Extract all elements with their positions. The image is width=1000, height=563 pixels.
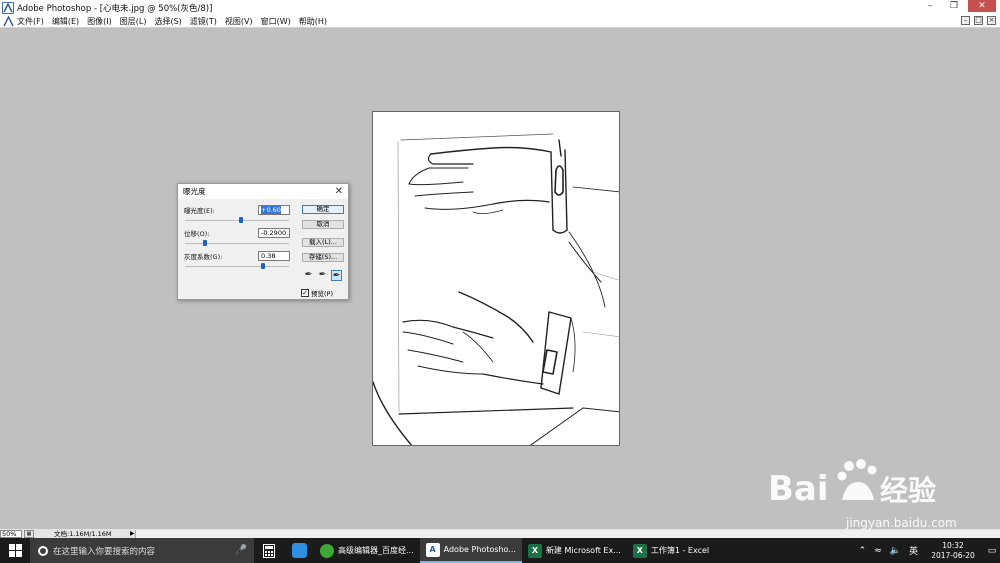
cortana-icon (38, 545, 48, 556)
exposure-slider-thumb[interactable] (239, 217, 243, 223)
photoshop-icon: A (425, 542, 440, 557)
baidu-url: jingyan.baidu.com (846, 516, 957, 530)
doc-minimize-button[interactable]: – (961, 16, 970, 25)
gamma-slider-thumb[interactable] (261, 263, 265, 269)
document-canvas[interactable] (372, 111, 620, 446)
dialog-close-icon[interactable]: ✕ (335, 186, 343, 197)
restore-button[interactable]: ❐ (944, 0, 964, 12)
dialog-titlebar[interactable]: 曝光度 ✕ (178, 184, 348, 199)
gamma-label: 灰度系数(G): (184, 253, 223, 261)
status-menu-icon[interactable]: ▦ (24, 529, 34, 538)
exposure-row: 曝光度(E): +0.60 (184, 205, 292, 215)
excel-icon: X (527, 543, 542, 558)
menu-select[interactable]: 选择(S) (154, 16, 181, 27)
menu-filter[interactable]: 滤镜(T) (190, 16, 217, 27)
minimize-button[interactable]: – (920, 0, 940, 12)
offset-slider-thumb[interactable] (203, 240, 207, 246)
close-button[interactable]: ✕ (968, 0, 996, 12)
start-button[interactable] (0, 538, 30, 563)
clock[interactable]: 10:32 2017-06-20 (922, 541, 984, 561)
system-tray: ⌃ ≈ 🔈 英 10:32 2017-06-20 ▭ (855, 538, 1000, 563)
gamma-row: 灰度系数(G): 0.38 (184, 251, 292, 261)
svg-text:经验: 经验 (880, 474, 936, 507)
exposure-input[interactable]: +0.60 (258, 205, 290, 215)
svg-text:Bai: Bai (768, 469, 829, 509)
menu-file[interactable]: 文件(F) (17, 16, 44, 27)
preview-checkbox[interactable]: ✓ (301, 289, 309, 297)
doc-restore-button[interactable]: □ (974, 16, 983, 25)
offset-slider[interactable] (185, 240, 289, 246)
taskbar-app-excel-workbook[interactable]: X 工作簿1 - Excel (627, 538, 715, 563)
exposure-slider[interactable] (185, 217, 289, 223)
offset-row: 位移(O): -0.2900 (184, 228, 292, 238)
calculator-icon[interactable] (254, 538, 284, 563)
preview-label: 预览(P) (311, 290, 333, 298)
document-info: 文档:1.16M/1.16M (54, 529, 112, 538)
window-title: Adobe Photoshop - [心电未.jpg @ 50%(灰色/8)] (17, 3, 213, 14)
chat-icon (320, 543, 334, 558)
menu-bar: 文件(F) 编辑(E) 图像(I) 图层(L) 选择(S) 滤镜(T) 视图(V… (0, 15, 1000, 28)
workspace: 曝光度 ✕ 曝光度(E): +0.60 位移(O): -0.2900 灰度系数(… (0, 29, 1000, 529)
offset-input[interactable]: -0.2900 (258, 228, 290, 238)
zoom-field[interactable]: 50% (0, 529, 22, 538)
menu-window[interactable]: 窗口(W) (261, 16, 291, 27)
cancel-button[interactable]: 取消 (302, 220, 344, 229)
taskbar-search[interactable]: 在这里输入你要搜索的内容 🎤 (30, 538, 254, 563)
photoshop-doc-icon[interactable] (3, 15, 14, 27)
offset-label: 位移(O): (184, 230, 210, 238)
taskbar-app-photoshop[interactable]: A Adobe Photosho... (419, 538, 522, 563)
menu-view[interactable]: 视图(V) (225, 16, 253, 27)
dialog-title: 曝光度 (183, 187, 206, 196)
windows-icon (8, 544, 22, 557)
exposure-label: 曝光度(E): (184, 207, 215, 215)
taskbar: 在这里输入你要搜索的内容 🎤 高级编辑器_百度经... A Adobe Phot… (0, 538, 1000, 563)
microphone-icon[interactable]: 🎤 (235, 545, 247, 556)
baidu-watermark: Bai 经验 jingyan.baidu.com (768, 456, 988, 542)
menu-help[interactable]: 帮助(H) (299, 16, 327, 27)
network-icon[interactable]: ≈ (874, 546, 882, 556)
save-button[interactable]: 存储(S)... (302, 253, 344, 262)
ime-indicator[interactable]: 英 (909, 544, 918, 557)
photoshop-app-icon (2, 1, 14, 14)
clock-time: 10:32 (942, 540, 964, 550)
black-eyedropper-icon[interactable]: ✒ (303, 270, 314, 281)
preview-option[interactable]: ✓ 预览(P) (301, 288, 333, 298)
white-eyedropper-icon[interactable]: ✒ (331, 270, 342, 281)
app-store-icon[interactable] (284, 538, 314, 563)
clock-date: 2017-06-20 (931, 550, 975, 560)
volume-icon[interactable]: 🔈 (890, 546, 901, 556)
taskbar-app-excel-new[interactable]: X 新建 Microsoft Ex... (522, 538, 627, 563)
excel-icon: X (632, 543, 647, 558)
baidu-logo: Bai 经验 (768, 459, 936, 509)
menu-layer[interactable]: 图层(L) (120, 16, 147, 27)
exposure-dialog: 曝光度 ✕ 曝光度(E): +0.60 位移(O): -0.2900 灰度系数(… (177, 183, 349, 300)
doc-close-button[interactable]: × (987, 16, 996, 25)
gamma-slider[interactable] (185, 263, 289, 269)
menu-image[interactable]: 图像(I) (87, 16, 112, 27)
gamma-input[interactable]: 0.38 (258, 251, 290, 261)
notification-icon[interactable]: ▭ (984, 546, 1000, 556)
title-bar: Adobe Photoshop - [心电未.jpg @ 50%(灰色/8)] … (0, 0, 1000, 15)
search-placeholder: 在这里输入你要搜索的内容 (53, 546, 156, 557)
taskbar-app-editor[interactable]: 高级编辑器_百度经... (314, 538, 420, 563)
gray-eyedropper-icon[interactable]: ✒ (317, 270, 328, 281)
ok-button[interactable]: 确定 (302, 205, 344, 214)
edge-sketch-image (373, 133, 619, 445)
chevron-up-icon[interactable]: ⌃ (859, 546, 867, 556)
load-button[interactable]: 载入(L)... (302, 238, 344, 247)
menu-edit[interactable]: 编辑(E) (52, 16, 79, 27)
